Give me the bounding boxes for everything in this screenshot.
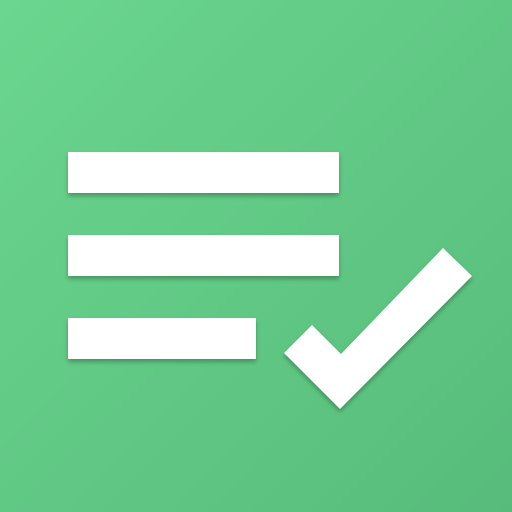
list-line-2-icon	[68, 235, 339, 276]
list-line-3-icon	[68, 318, 256, 359]
app-icon	[0, 0, 512, 512]
list-line-1-icon	[68, 152, 339, 193]
checklist-icon	[0, 0, 512, 512]
